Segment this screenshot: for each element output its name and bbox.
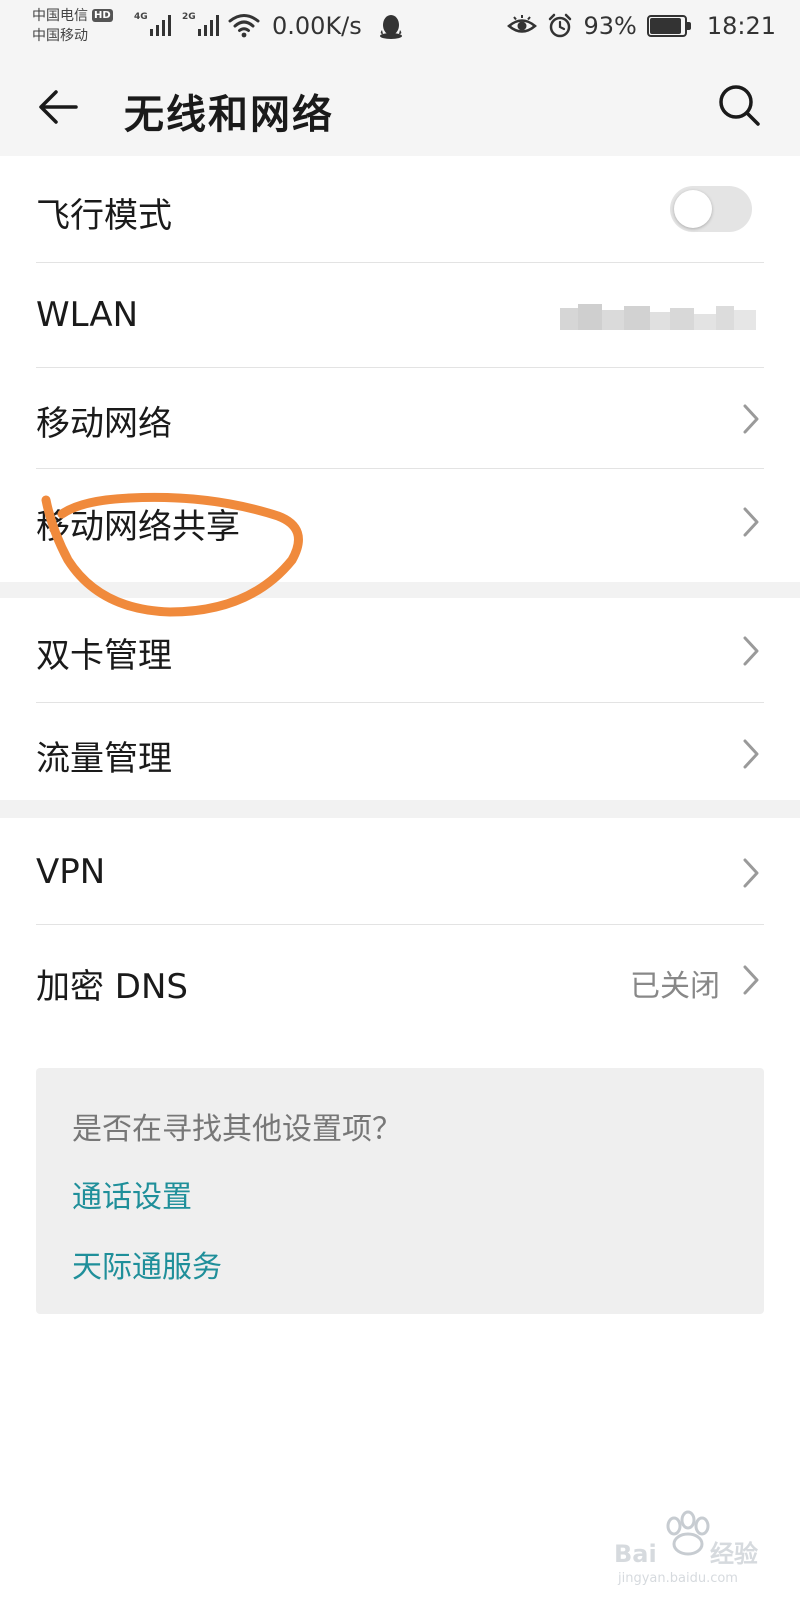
- row-airplane-mode[interactable]: 飞行模式: [0, 156, 800, 262]
- signal-bars-icon: [198, 15, 219, 36]
- baidu-jingyan-watermark: Bai 经验 jingyan.baidu.com: [614, 1510, 758, 1586]
- row-mobile-network[interactable]: 移动网络: [0, 368, 800, 468]
- row-label: WLAN: [36, 295, 139, 335]
- redacted-network-name: [560, 304, 756, 330]
- row-vpn[interactable]: VPN: [0, 818, 800, 924]
- status-right: 93% 18:21: [507, 10, 776, 42]
- svg-text:jingyan.baidu.com: jingyan.baidu.com: [617, 1571, 738, 1586]
- carrier-1-label: 中国电信: [32, 8, 88, 24]
- row-label: 飞行模式: [36, 196, 172, 236]
- chevron-right-icon: [743, 965, 759, 995]
- chevron-right-icon: [743, 739, 759, 769]
- row-label: VPN: [36, 852, 106, 892]
- toggle-knob: [674, 190, 712, 228]
- row-encrypted-dns[interactable]: 加密 DNS 已关闭: [0, 925, 800, 1029]
- wifi-icon: [228, 14, 260, 38]
- suggestion-title: 是否在寻找其他设置项？: [72, 1112, 402, 1147]
- chevron-right-icon: [743, 858, 759, 888]
- row-label: 移动网络: [36, 404, 172, 444]
- chevron-right-icon: [743, 507, 759, 537]
- suggestion-card: 是否在寻找其他设置项？ 通话设置 天际通服务: [36, 1068, 764, 1314]
- section-gap: [0, 800, 800, 818]
- svg-text:经验: 经验: [710, 1540, 758, 1568]
- row-label: 双卡管理: [36, 636, 172, 676]
- row-label: 加密 DNS: [36, 967, 189, 1007]
- row-dual-sim[interactable]: 双卡管理: [0, 598, 800, 702]
- chevron-right-icon: [743, 404, 759, 434]
- network-speed: 0.00K/s: [272, 12, 362, 40]
- airplane-mode-toggle[interactable]: [670, 186, 752, 232]
- signal-1-type: 4G: [134, 12, 148, 22]
- app-header: 无线和网络: [0, 56, 800, 156]
- qq-penguin-icon: [380, 15, 402, 39]
- signal-bars-icon: [150, 15, 171, 36]
- signal-2-type: 2G: [182, 12, 196, 22]
- page-title: 无线和网络: [124, 92, 334, 138]
- search-icon[interactable]: [716, 82, 762, 128]
- chevron-right-icon: [743, 636, 759, 666]
- carrier-2-label: 中国移动: [32, 28, 88, 44]
- row-mobile-hotspot[interactable]: 移动网络共享: [0, 469, 800, 582]
- hd-badge: HD: [92, 9, 113, 22]
- link-call-settings[interactable]: 通话设置: [72, 1172, 192, 1216]
- section-gap: [0, 582, 800, 598]
- battery-icon: [646, 15, 691, 37]
- back-arrow-icon[interactable]: [36, 84, 82, 130]
- carrier-names: 中国电信 HD 中国移动: [32, 6, 113, 46]
- row-label: 流量管理: [36, 739, 172, 779]
- status-bar: 中国电信 HD 中国移动 4G 2G 0.00K/s 93% 18:21: [0, 0, 800, 56]
- row-label: 移动网络共享: [36, 507, 240, 547]
- link-skytone-service[interactable]: 天际通服务: [72, 1242, 222, 1286]
- battery-percent: 93%: [583, 12, 637, 40]
- clock-time: 18:21: [706, 12, 776, 40]
- encrypted-dns-status: 已关闭: [630, 969, 720, 1004]
- eye-comfort-icon: [507, 15, 538, 33]
- svg-text:Bai: Bai: [614, 1540, 657, 1568]
- row-data-usage[interactable]: 流量管理: [0, 703, 800, 800]
- alarm-icon: [549, 13, 572, 38]
